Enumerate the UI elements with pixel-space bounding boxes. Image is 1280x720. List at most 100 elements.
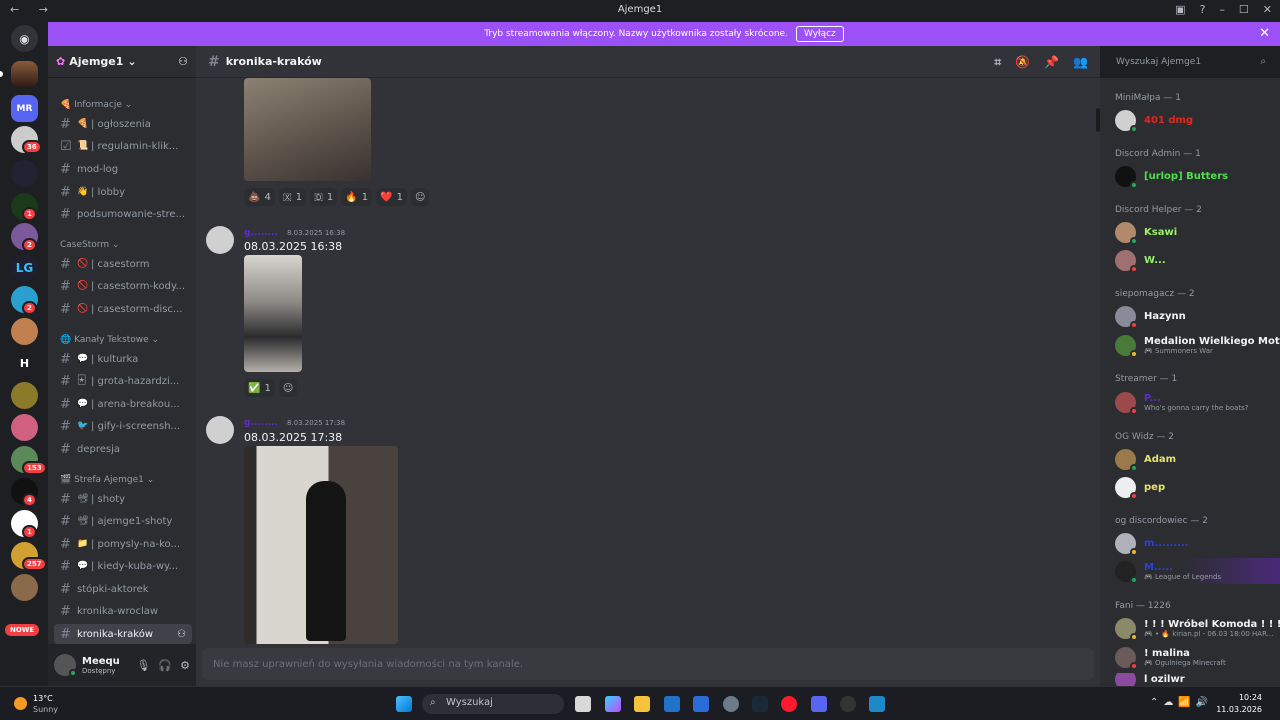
message-author[interactable]: g........: [244, 228, 278, 238]
invite-member-icon[interactable]: ⚇: [177, 629, 186, 640]
member-item[interactable]: m.........: [1115, 530, 1280, 556]
threads-icon[interactable]: ⌗: [994, 55, 1001, 70]
channel-kulturka[interactable]: # 💬 | kulturka: [54, 349, 192, 369]
member-item[interactable]: Hazynn: [1115, 303, 1280, 329]
channel-casestorm-disc[interactable]: # 🚫 | casestorm-disc...: [54, 299, 192, 319]
member-item[interactable]: [urlop] Butters: [1115, 163, 1280, 189]
taskbar-search[interactable]: ⌕ Wyszukaj: [422, 694, 564, 714]
reaction-button[interactable]: ❤️ 1: [376, 188, 407, 206]
server-header[interactable]: ✿ Ajemge1 ⌄ ⚇: [48, 46, 196, 78]
server-icon[interactable]: MR: [11, 95, 38, 122]
maximize-button[interactable]: ☐: [1239, 3, 1249, 16]
server-icon[interactable]: [11, 382, 38, 409]
member-item[interactable]: ! ! ! Wróbel Komoda ! ! ! 🎮 • 🔥 kirian.pl…: [1115, 615, 1280, 641]
channel-pomysly-na-ko[interactable]: # 📁 | pomysly-na-ko...: [54, 534, 192, 554]
category-casestorm[interactable]: CaseStorm ⌄: [60, 240, 120, 250]
channel-stopki-aktorek[interactable]: # stópki-aktorek: [54, 579, 192, 599]
member-item[interactable]: Ksawi: [1115, 219, 1280, 245]
member-list-icon[interactable]: 👥: [1073, 55, 1088, 70]
inbox-icon[interactable]: ▣: [1175, 3, 1185, 16]
channel-kronika-krakow[interactable]: # kronika-kraków ⚇: [54, 624, 192, 644]
app-icon[interactable]: [840, 696, 856, 712]
attached-image[interactable]: [244, 446, 398, 644]
server-icon[interactable]: [11, 574, 38, 601]
close-window-button[interactable]: ✕: [1263, 3, 1272, 16]
server-icon[interactable]: [11, 61, 38, 88]
reaction-button[interactable]: 🔥 1: [341, 188, 373, 206]
channel-casestorm-kody[interactable]: # 🚫 | casestorm-kody...: [54, 276, 192, 296]
reaction-button[interactable]: 💩 4: [244, 188, 275, 206]
clock-time[interactable]: 10:24: [1222, 693, 1262, 702]
channel-casestorm[interactable]: # 🚫 | casestorm: [54, 254, 192, 274]
channel-shoty[interactable]: # 📽 | shoty: [54, 489, 192, 509]
channel-kiedy-kuba-wy[interactable]: # 💬 | kiedy-kuba-wy...: [54, 556, 192, 576]
banner-close-icon[interactable]: ✕: [1259, 26, 1270, 41]
category-informacje[interactable]: 🍕 Informacje ⌄: [60, 100, 132, 110]
member-item[interactable]: M..... 🎮 League of Legends: [1115, 558, 1280, 584]
invite-people-icon[interactable]: ⚇: [178, 55, 188, 68]
new-unreads-pill[interactable]: NOWE: [5, 624, 40, 636]
member-item[interactable]: Adam: [1115, 446, 1280, 472]
category-strefa-ajemge1[interactable]: 🎬 Strefa Ajemge1 ⌄: [60, 475, 154, 485]
settings-gear-icon[interactable]: ⚙: [180, 659, 190, 672]
windows-start-icon[interactable]: [396, 696, 412, 712]
message-composer[interactable]: Nie masz uprawnień do wysyłania wiadomoś…: [202, 648, 1094, 680]
server-icon[interactable]: H: [11, 350, 38, 377]
weather-sun-icon[interactable]: [14, 697, 27, 710]
settings-icon[interactable]: [723, 696, 739, 712]
member-item[interactable]: Medalion Wielkiego Motyla🎮 Summoners War: [1115, 332, 1280, 358]
notification-mute-icon[interactable]: 🔕: [1015, 55, 1030, 70]
member-item[interactable]: pep: [1115, 474, 1280, 500]
outlook-icon[interactable]: [693, 696, 709, 712]
store-icon[interactable]: [664, 696, 680, 712]
channel-gify-i-screensh[interactable]: # 🐦 | gify-i-screensh...: [54, 416, 192, 436]
channel-lobby[interactable]: # 👋 | lobby: [54, 182, 192, 202]
reaction-button[interactable]: ✅ 1: [244, 379, 275, 397]
copilot-icon[interactable]: [605, 696, 621, 712]
channel-kronika-wroclaw[interactable]: # kronika-wroclaw: [54, 601, 192, 621]
add-reaction-icon[interactable]: ☺: [278, 379, 298, 397]
channel-ajemge1-shoty[interactable]: # 📽 | ajemge1-shoty: [54, 511, 192, 531]
file-explorer-icon[interactable]: [634, 696, 650, 712]
server-icon[interactable]: [11, 160, 38, 187]
headphones-icon[interactable]: 🎧: [158, 659, 172, 672]
minimize-button[interactable]: –: [1219, 3, 1225, 16]
category-kanaly-tekstowe[interactable]: 🌐 Kanały Tekstowe ⌄: [60, 335, 159, 345]
member-item[interactable]: W...: [1115, 247, 1280, 273]
server-icon[interactable]: LG: [11, 254, 38, 281]
channel-mod-log[interactable]: # mod-log: [54, 159, 192, 179]
channel-podsumowanie[interactable]: # podsumowanie-stre...: [54, 204, 192, 224]
pin-icon[interactable]: 📌: [1044, 55, 1059, 70]
clock-date[interactable]: 11.03.2026: [1200, 705, 1262, 714]
user-avatar[interactable]: [54, 654, 77, 677]
attached-image[interactable]: [244, 78, 371, 181]
message-author[interactable]: g........: [244, 418, 278, 428]
member-search-input[interactable]: Wyszukaj Ajemge1 ⌕: [1110, 53, 1272, 72]
app-icon[interactable]: [869, 696, 885, 712]
opera-icon[interactable]: [781, 696, 797, 712]
help-icon[interactable]: ?: [1200, 3, 1206, 16]
channel-arena-breakou[interactable]: # 💬 | arena-breakou...: [54, 394, 192, 414]
attached-image[interactable]: [244, 255, 302, 372]
server-icon[interactable]: [11, 318, 38, 345]
discord-taskbar-icon[interactable]: [811, 696, 827, 712]
member-item[interactable]: l ozilwr: [1115, 673, 1280, 686]
reaction-button[interactable]: 🇽 1: [278, 188, 307, 206]
task-view-icon[interactable]: [575, 696, 591, 712]
discord-home-icon[interactable]: ◉: [11, 25, 38, 52]
author-avatar[interactable]: [206, 226, 234, 254]
channel-ogloszenia[interactable]: # 🍕 | ogłoszenia: [54, 114, 192, 134]
channel-grota-hazardzi[interactable]: # 🃏 | grota-hazardzi...: [54, 371, 192, 391]
channel-depresja[interactable]: # depresja: [54, 439, 192, 459]
microphone-icon[interactable]: 🎙: [136, 659, 150, 672]
user-info[interactable]: Meequ Dostępny: [82, 656, 120, 675]
channel-regulamin[interactable]: ☑ 📜 | regulamin-klik...: [54, 136, 192, 156]
add-reaction-icon[interactable]: ☺: [410, 188, 430, 206]
disable-streamer-mode-button[interactable]: Wyłącz: [795, 26, 844, 42]
member-item[interactable]: P... Who's gonna carry the boats?: [1115, 389, 1280, 415]
member-item[interactable]: 401 dmg: [1115, 107, 1280, 133]
author-avatar[interactable]: [206, 416, 234, 444]
reaction-button[interactable]: 🇩 1: [310, 188, 338, 206]
member-item[interactable]: ! malina 🎮 Ogulniega Minecraft: [1115, 644, 1280, 670]
steam-icon[interactable]: [752, 696, 768, 712]
